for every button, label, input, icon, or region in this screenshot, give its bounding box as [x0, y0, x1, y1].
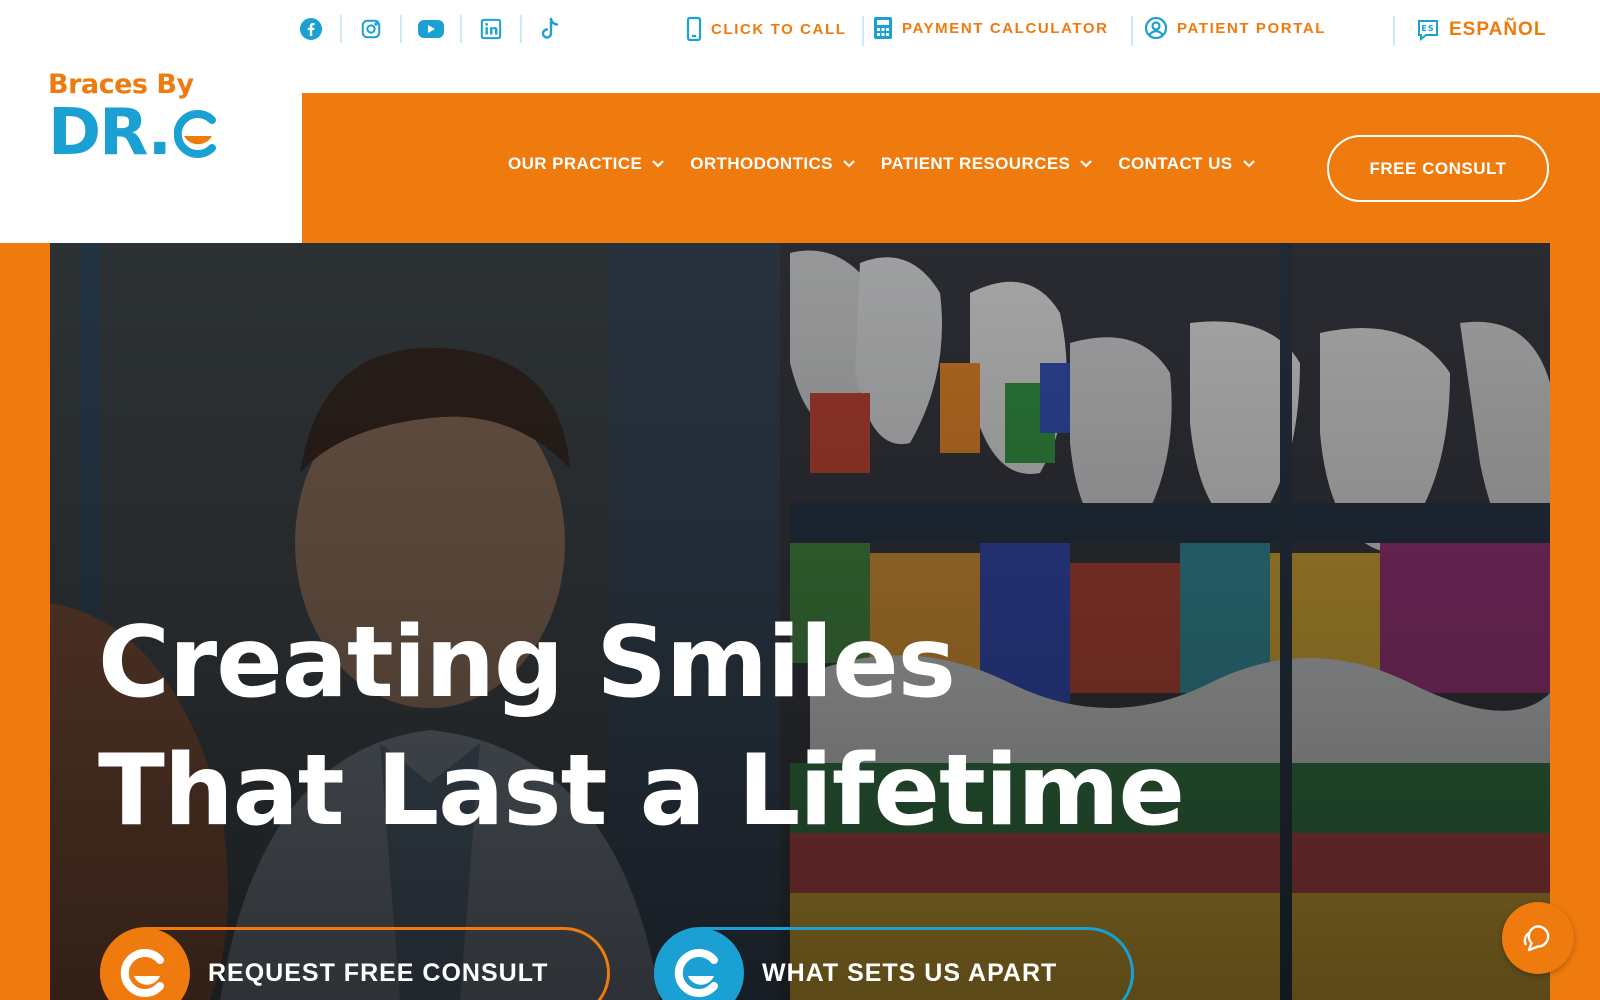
hero-headline-line-1: Creating Smiles — [98, 606, 956, 720]
tiktok-icon[interactable] — [536, 14, 566, 44]
chat-icon — [1523, 925, 1550, 952]
nav-item-our-practice[interactable]: OUR PRACTICE — [508, 154, 664, 174]
request-free-consult-label: REQUEST FREE CONSULT — [208, 958, 549, 987]
youtube-icon[interactable] — [416, 14, 446, 44]
logo-c-mark-icon — [173, 110, 216, 158]
nav-item-label: OUR PRACTICE — [508, 154, 643, 173]
nav-item-label: ORTHODONTICS — [690, 154, 833, 173]
divider — [1131, 16, 1133, 46]
hero-headline-line-2: That Last a Lifetime — [98, 734, 1185, 848]
c-logo-icon — [654, 928, 744, 1000]
click-to-call-label: CLICK TO CALL — [711, 20, 847, 38]
user-circle-icon — [1144, 16, 1168, 40]
language-link[interactable]: ES ESPAÑOL — [1416, 18, 1546, 42]
hero-headline: Creating Smiles That Last a Lifetime — [98, 599, 1185, 855]
patient-portal-label: PATIENT PORTAL — [1177, 19, 1327, 37]
divider — [1393, 16, 1395, 46]
payment-calculator-link[interactable]: PAYMENT CALCULATOR — [873, 16, 1109, 40]
linkedin-icon[interactable] — [476, 14, 506, 44]
chevron-down-icon — [1080, 160, 1093, 168]
main-nav: OUR PRACTICE ORTHODONTICS PATIENT RESOUR… — [302, 93, 1600, 243]
chevron-down-icon — [1242, 160, 1255, 168]
nav-item-patient-resources[interactable]: PATIENT RESOURCES — [880, 154, 1093, 174]
language-label: ESPAÑOL — [1449, 19, 1547, 40]
nav-item-label: PATIENT RESOURCES — [880, 154, 1071, 173]
instagram-icon[interactable] — [356, 14, 386, 44]
what-sets-us-apart-label: WHAT SETS US APART — [762, 958, 1058, 987]
request-free-consult-button[interactable]: REQUEST FREE CONSULT — [100, 927, 610, 1000]
social-links — [296, 14, 566, 44]
chevron-down-icon — [843, 160, 855, 168]
language-icon: ES — [1418, 20, 1438, 42]
divider — [340, 15, 342, 43]
free-consult-button[interactable]: FREE CONSULT — [1327, 135, 1549, 202]
calculator-icon — [874, 17, 892, 39]
click-to-call-link[interactable]: CLICK TO CALL — [686, 16, 847, 42]
facebook-icon[interactable] — [296, 14, 326, 44]
divider — [862, 16, 864, 46]
chat-button[interactable] — [1502, 902, 1574, 974]
patient-portal-link[interactable]: PATIENT PORTAL — [1144, 16, 1326, 40]
utility-bar: CLICK TO CALL PAYMENT CALCULATOR PATIENT… — [0, 0, 1600, 62]
nav-item-orthodontics[interactable]: ORTHODONTICS — [690, 154, 855, 174]
logo-wordmark: DR. — [48, 96, 172, 170]
chevron-down-icon — [652, 160, 664, 168]
nav-item-label: CONTACT US — [1118, 154, 1233, 173]
phone-icon — [686, 16, 702, 42]
svg-text:ES: ES — [1421, 24, 1434, 33]
hero-section: Creating Smiles That Last a Lifetime REQ… — [50, 243, 1550, 1000]
c-logo-icon — [100, 928, 190, 1000]
divider — [400, 15, 402, 43]
what-sets-us-apart-button[interactable]: WHAT SETS US APART — [654, 927, 1134, 1000]
nav-item-contact-us[interactable]: CONTACT US — [1118, 154, 1255, 174]
divider — [520, 15, 522, 43]
divider — [460, 15, 462, 43]
logo[interactable]: Braces By DR. — [48, 70, 238, 170]
payment-calculator-label: PAYMENT CALCULATOR — [902, 19, 1109, 37]
